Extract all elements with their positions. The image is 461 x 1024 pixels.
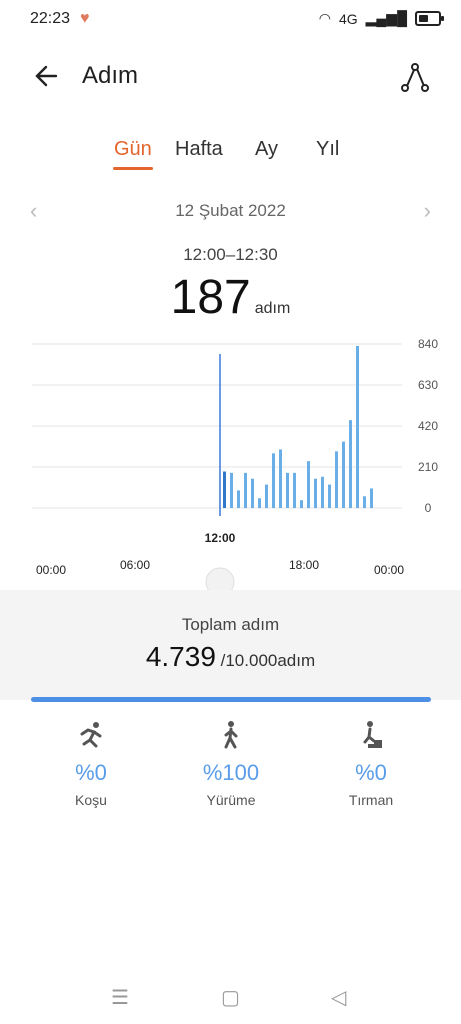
scrubber-knob[interactable] (205, 567, 235, 597)
tab-year[interactable]: Yıl (316, 138, 339, 161)
chart-bar[interactable] (342, 441, 345, 508)
chart-bar[interactable] (363, 496, 366, 508)
total-steps-value: 4.739 (145, 641, 216, 672)
date-label: 12 Şubat 2022 (175, 201, 286, 220)
chart-bar[interactable] (349, 420, 352, 508)
y-tick-label: 630 (418, 378, 438, 392)
chart-bar[interactable] (244, 472, 247, 508)
menu-nav-icon[interactable]: ☰ (111, 985, 129, 1010)
chart-bar[interactable] (272, 453, 275, 508)
x-tick-label: 12:00 (205, 531, 236, 545)
y-tick-label: 0 (425, 501, 432, 515)
status-icons: ◠ 4G ▂▄▆█ (318, 10, 444, 27)
activity-walking: %100 Yürüme (161, 720, 301, 808)
chart-bar[interactable] (335, 451, 338, 508)
wifi-icon: ◠ (318, 10, 331, 26)
x-tick-label: 18:00 (289, 558, 319, 572)
chart-bar[interactable] (237, 490, 240, 508)
tab-active-indicator (113, 167, 153, 170)
walking-label: Yürüme (206, 792, 256, 808)
chart-bar[interactable] (328, 484, 331, 508)
climbing-icon (301, 720, 441, 756)
chart-bar[interactable] (307, 461, 310, 508)
x-tick-label: 00:00 (374, 563, 404, 577)
running-icon (21, 720, 161, 756)
total-steps-label: Toplam adım (181, 615, 280, 634)
y-tick-label: 840 (418, 337, 438, 351)
tab-week[interactable]: Hafta (175, 138, 223, 161)
climbing-percent: %0 (355, 760, 387, 785)
walking-percent: %100 (202, 760, 260, 785)
battery-icon (415, 11, 444, 26)
x-tick-label: 00:00 (36, 563, 66, 577)
chart-bar[interactable] (251, 478, 254, 508)
y-tick-label: 210 (418, 460, 438, 474)
activity-climbing: %0 Tırman (301, 720, 441, 808)
back-button[interactable] (30, 58, 66, 94)
home-nav-icon[interactable]: ▢ (221, 985, 240, 1010)
steps-chart[interactable]: 0 210 420 630 840 00:00 06:00 12:00 18:00 00:00 (0, 320, 461, 597)
steps-goal: /10.000adım (215, 651, 316, 670)
y-tick-label: 420 (418, 419, 438, 433)
chart-bar[interactable] (286, 472, 289, 508)
signal-icon: ▂▄▆█ (365, 10, 407, 26)
climbing-label: Tırman (348, 792, 394, 808)
running-label: Koşu (75, 792, 107, 808)
activity-running: %0 Koşu (21, 720, 161, 808)
page-title: Adım (82, 62, 139, 89)
chart-bar[interactable] (314, 478, 317, 508)
chart-bar[interactable] (230, 472, 233, 508)
selected-time-range: 12:00–12:30 (183, 245, 278, 264)
chart-bar[interactable] (321, 476, 324, 508)
steps-chart-svg: 0 210 420 630 840 00:00 06:00 12:00 18:00 00:00 (32, 337, 438, 597)
back-arrow-icon (35, 65, 58, 87)
goal-progress-bar (31, 697, 431, 702)
chart-bar[interactable] (300, 500, 303, 508)
chart-bar[interactable] (279, 449, 282, 508)
heart-icon: ♥ (80, 10, 90, 27)
back-nav-icon[interactable]: ◁ (331, 985, 346, 1010)
route-button[interactable] (397, 60, 433, 96)
chart-bar[interactable] (293, 472, 296, 508)
status-bar: 22:23 ♥ ◠ 4G ▂▄▆█ (0, 0, 461, 40)
status-time: 22:23 (30, 10, 71, 27)
chart-bar[interactable] (265, 484, 268, 508)
chart-bar[interactable] (223, 471, 226, 508)
running-percent: %0 (75, 760, 107, 785)
selected-step-value: 187 adım (0, 270, 461, 325)
selected-unit: adım (254, 300, 291, 317)
chart-bar[interactable] (356, 345, 359, 508)
next-date-chevron-icon[interactable]: › (424, 198, 431, 224)
tab-day[interactable]: Gün (114, 138, 152, 161)
x-tick-label: 06:00 (120, 558, 150, 572)
network-label: 4G (338, 10, 358, 27)
chart-bar[interactable] (258, 498, 261, 508)
tab-month[interactable]: Ay (255, 138, 278, 161)
selected-steps: 187 (170, 271, 251, 324)
chart-bar[interactable] (370, 488, 373, 508)
route-icon (401, 63, 429, 92)
walking-icon (161, 720, 301, 756)
total-steps: 4.739 /10.000adım (0, 641, 461, 673)
